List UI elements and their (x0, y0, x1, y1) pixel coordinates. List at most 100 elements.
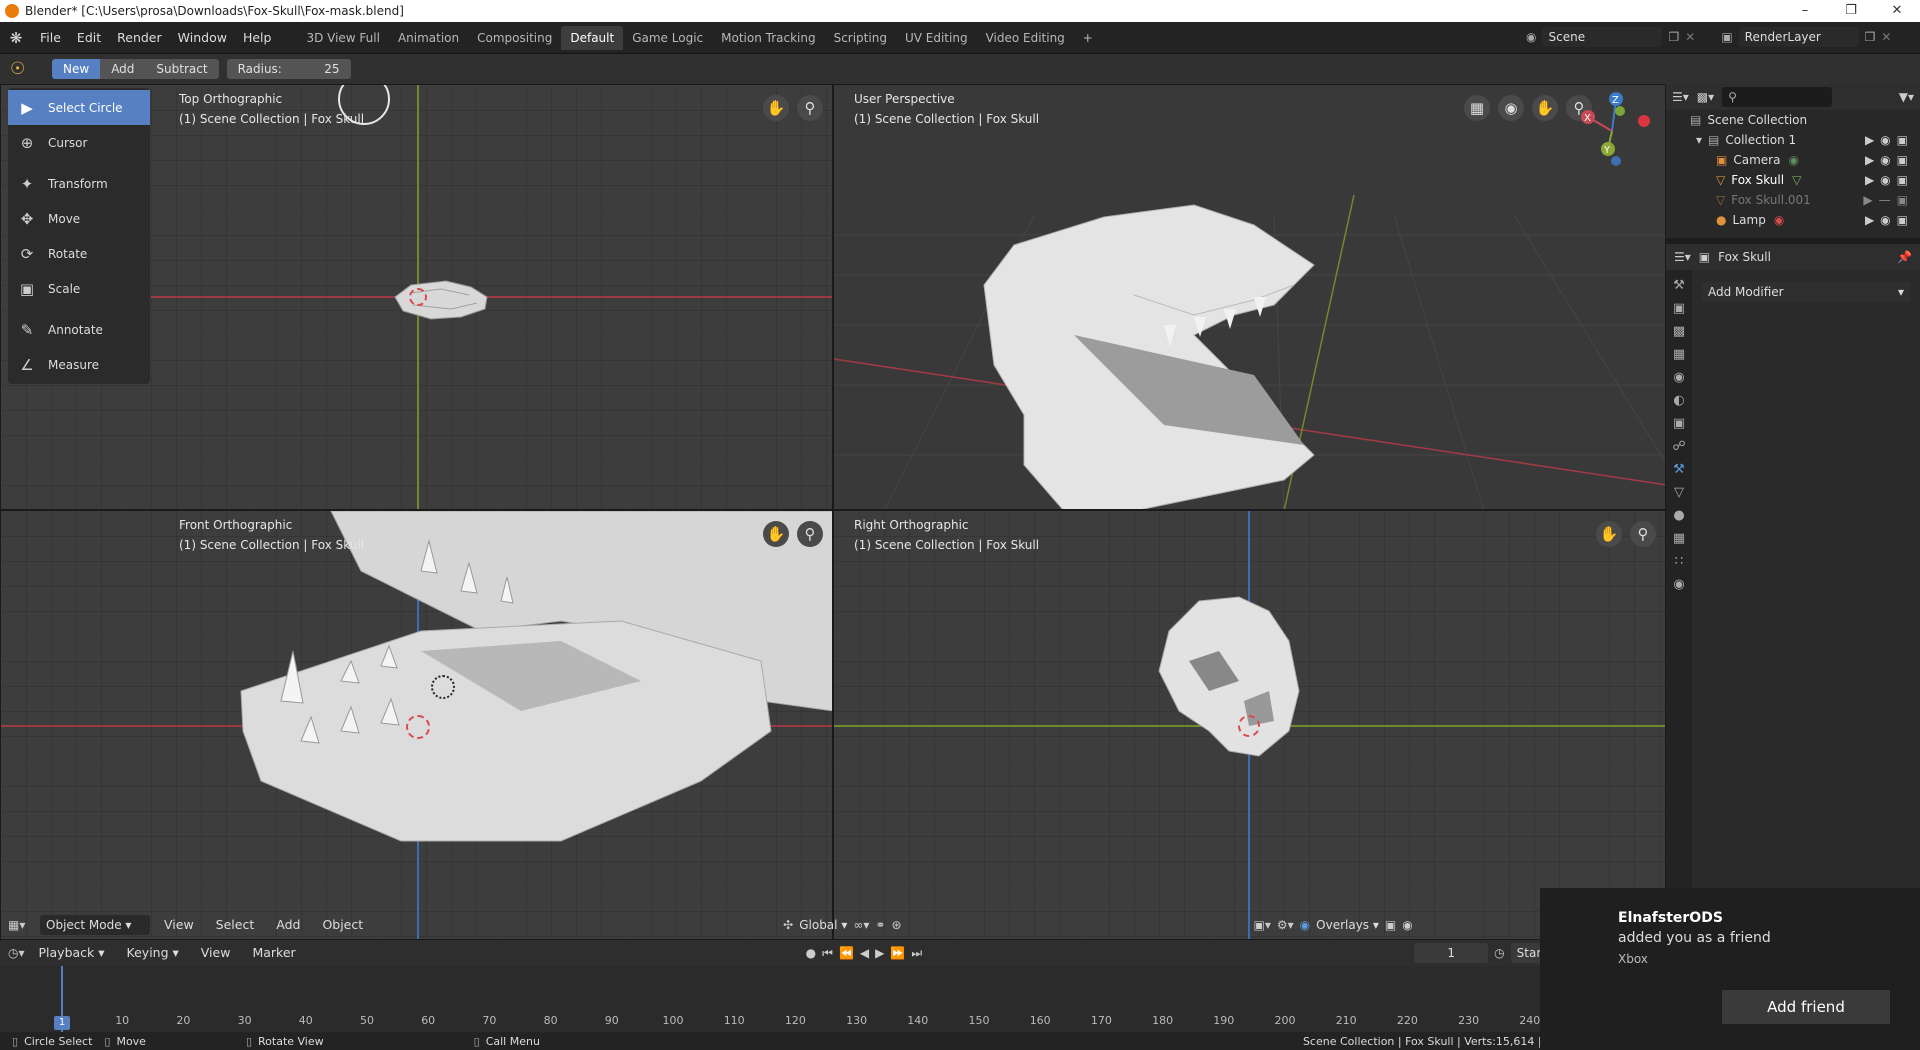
constraints-tab-icon[interactable]: ☍ (1672, 439, 1685, 454)
zoom-icon[interactable]: ⚲ (797, 95, 823, 121)
properties-editor-icon[interactable]: ☰▾ (1674, 250, 1691, 264)
pin-icon[interactable]: 📌 (1897, 250, 1912, 264)
menu-help[interactable]: Help (235, 27, 280, 49)
render-layer-remove-icon[interactable]: ✕ (1881, 30, 1891, 44)
menu-object[interactable]: Object (314, 914, 371, 936)
active-tool-icon[interactable]: ☉ (10, 59, 40, 79)
outliner-item-lamp[interactable]: ● Lamp ◉ ▶◉▣ (1666, 210, 1920, 230)
camera-view-icon[interactable]: ◉ (1498, 95, 1524, 121)
blender-menu-icon[interactable]: ❋ (0, 29, 32, 47)
viewport-front[interactable]: Front Orthographic (1) Scene Collection … (0, 510, 833, 940)
tool-move[interactable]: ✥ Move (8, 201, 150, 236)
tab-default[interactable]: Default (561, 25, 624, 50)
menu-select[interactable]: Select (208, 914, 263, 936)
render-layer-new-icon[interactable]: ❐ (1865, 30, 1876, 44)
tab-motion-tracking[interactable]: Motion Tracking (712, 26, 824, 50)
jump-start-icon[interactable]: ⏮ (822, 946, 833, 961)
overlays-icon[interactable]: ◉ (1300, 918, 1310, 932)
menu-window[interactable]: Window (170, 27, 235, 49)
timeline-view-menu[interactable]: View (193, 942, 239, 964)
add-modifier-dropdown[interactable]: Add Modifier ▾ (1702, 282, 1910, 302)
auto-keying-icon[interactable]: ◷ (1494, 946, 1504, 960)
pan-hand-icon[interactable]: ✋ (1596, 521, 1622, 547)
viewport-user-perspective[interactable]: User Perspective (1) Scene Collection | … (833, 84, 1666, 510)
tool-tab-icon[interactable]: ⚒ (1673, 278, 1685, 293)
outliner-search-input[interactable]: ⚲ (1722, 87, 1833, 107)
playback-menu[interactable]: Playback ▾ (31, 942, 113, 964)
proportional-icon[interactable]: ⊛ (891, 918, 901, 932)
play-icon[interactable]: ▶ (875, 946, 884, 960)
zoom-icon[interactable]: ⚲ (797, 521, 823, 547)
menu-add[interactable]: Add (268, 914, 308, 936)
expand-icon[interactable]: ▾ (1696, 133, 1702, 147)
texture-tab-icon[interactable]: ▦ (1673, 531, 1685, 546)
tool-transform[interactable]: ✦ Transform (8, 166, 150, 201)
marker-menu[interactable]: Marker (244, 942, 303, 964)
tab-uv-editing[interactable]: UV Editing (896, 26, 977, 50)
output-tab-icon[interactable]: ▩ (1673, 324, 1685, 339)
overlays-dropdown[interactable]: Overlays ▾ (1316, 918, 1379, 932)
tool-scale[interactable]: ▣ Scale (8, 271, 150, 306)
mode-subtract-button[interactable]: Subtract (145, 59, 219, 79)
add-friend-button[interactable]: Add friend (1722, 990, 1890, 1024)
outliner-scene-collection[interactable]: ▤ Scene Collection (1666, 110, 1920, 130)
tab-game-logic[interactable]: Game Logic (623, 26, 712, 50)
mode-dropdown[interactable]: Object Mode ▾ (40, 915, 150, 935)
pan-hand-icon[interactable]: ✋ (763, 95, 789, 121)
friend-notification-toast[interactable]: ElnafsterODS added you as a friend Xbox … (1540, 888, 1920, 1050)
record-icon[interactable]: ● (806, 946, 816, 960)
display-mode-icon[interactable]: ▩▾ (1697, 90, 1714, 104)
timeline-editor-icon[interactable]: ◷▾ (8, 946, 25, 960)
render-layer-icon[interactable]: ▣ (1721, 30, 1732, 44)
tool-select-circle[interactable]: ▶ Select Circle (8, 90, 150, 125)
xray-icon[interactable]: ▣ (1385, 918, 1396, 932)
render-layer-field[interactable]: RenderLayer (1738, 27, 1859, 47)
particles-tab-icon[interactable]: ∷ (1675, 554, 1683, 569)
tool-rotate[interactable]: ⟳ Rotate (8, 236, 150, 271)
orientation-icon[interactable]: ✣ (783, 918, 793, 932)
row-toggles-icon[interactable]: ▶◉▣ (1865, 173, 1914, 187)
play-reverse-icon[interactable]: ◀ (860, 946, 869, 960)
grid-toggle-icon[interactable]: ▦ (1464, 95, 1490, 121)
timeline-track[interactable]: 1 10 20 30 40 50 60 70 80 90 100 110 120 130 140 150 16… (0, 966, 1540, 1032)
restore-icon[interactable]: ❐ (1828, 0, 1874, 22)
next-keyframe-icon[interactable]: ⏩ (890, 946, 905, 960)
tab-animation[interactable]: Animation (389, 26, 468, 50)
zoom-icon[interactable]: ⚲ (1630, 521, 1656, 547)
add-workspace-icon[interactable]: + (1074, 26, 1102, 50)
object-tab-icon[interactable]: ▣ (1673, 416, 1685, 431)
tab-video-editing[interactable]: Video Editing (977, 26, 1074, 50)
jump-end-icon[interactable]: ⏭ (911, 946, 922, 961)
menu-file[interactable]: File (32, 27, 69, 49)
material-tab-icon[interactable]: ● (1673, 508, 1684, 523)
radius-field[interactable]: Radius: 25 (226, 59, 351, 79)
row-toggles-icon[interactable]: ▶—▣ (1863, 193, 1914, 207)
snap-icon[interactable]: ⚭ (875, 918, 885, 932)
editor-type-icon[interactable]: ▦▾ (8, 918, 34, 932)
menu-render[interactable]: Render (109, 27, 170, 49)
tab-scripting[interactable]: Scripting (825, 26, 896, 50)
world-tab-icon[interactable]: ◐ (1673, 393, 1684, 408)
shading-solid-icon[interactable]: ◉ (1402, 918, 1412, 932)
visibility-icon[interactable]: ⚙▾ (1277, 918, 1294, 932)
mode-add-button[interactable]: Add (100, 59, 146, 79)
tool-annotate[interactable]: ✎ Annotate (8, 312, 150, 347)
row-toggles-icon[interactable]: ▶◉▣ (1865, 133, 1914, 147)
pivot-icon[interactable]: ∞▾ (853, 918, 869, 932)
orientation-dropdown[interactable]: Global ▾ (799, 918, 847, 932)
viewport-right[interactable]: Right Orthographic (1) Scene Collection … (833, 510, 1666, 940)
outliner-item-fox-skull-001[interactable]: ▽ Fox Skull.001 ▶—▣ (1666, 190, 1920, 210)
pan-hand-icon[interactable]: ✋ (763, 521, 789, 547)
prev-keyframe-icon[interactable]: ⏪ (839, 946, 854, 960)
row-toggles-icon[interactable]: ▶◉▣ (1865, 213, 1914, 227)
modifier-tab-icon[interactable]: ⚒ (1673, 462, 1685, 477)
pan-hand-icon[interactable]: ✋ (1532, 95, 1558, 121)
tab-compositing[interactable]: Compositing (468, 26, 561, 50)
outliner-item-camera[interactable]: ▣ Camera ◉ ▶◉▣ (1666, 150, 1920, 170)
gizmo-toggle-icon[interactable]: ▣▾ (1254, 918, 1271, 932)
keying-menu[interactable]: Keying ▾ (119, 942, 187, 964)
view-layer-tab-icon[interactable]: ▦ (1673, 347, 1685, 362)
render-tab-icon[interactable]: ▣ (1673, 301, 1685, 316)
scene-new-icon[interactable]: ❐ (1668, 30, 1679, 44)
close-icon[interactable]: ✕ (1874, 0, 1920, 22)
